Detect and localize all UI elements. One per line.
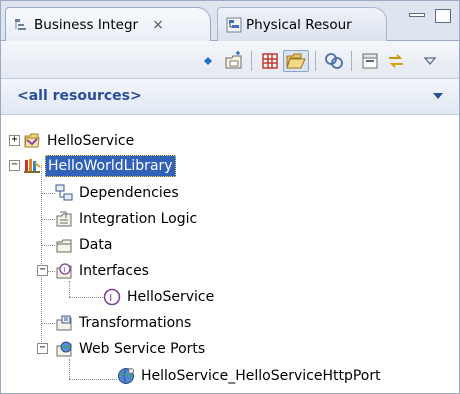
chevron-down-icon[interactable]: [433, 93, 443, 99]
business-integration-view-icon: [14, 17, 30, 33]
tab-business-integration[interactable]: Business Integr ×: [5, 7, 211, 42]
collapse-all-icon[interactable]: [359, 50, 381, 72]
dependencies-icon: [55, 184, 73, 202]
dropdown-marker-icon[interactable]: [197, 50, 219, 72]
project-tree: + HelloService − HelloWorldLibrary Depen…: [1, 115, 459, 393]
interface-icon: I: [103, 288, 121, 306]
tab-label: Physical Resour: [246, 16, 352, 33]
tree-item-dependencies[interactable]: Dependencies: [55, 182, 179, 204]
tree-item-interfaces[interactable]: − I Interfaces: [37, 260, 149, 282]
tree-item-helloservice-http-port[interactable]: HelloService_HelloServiceHttpPort: [117, 365, 381, 387]
svg-text:I: I: [109, 293, 112, 304]
resource-filter[interactable]: <all resources>: [1, 79, 459, 115]
tree-item-data[interactable]: Data: [55, 234, 112, 256]
web-service-port-icon: [117, 367, 135, 385]
library-icon: [23, 157, 41, 175]
tree-item-label: HelloService_HelloServiceHttpPort: [141, 368, 381, 384]
data-folder-icon: [55, 236, 73, 254]
maximize-icon[interactable]: [435, 9, 451, 23]
tree-item-label: HelloService: [47, 133, 135, 149]
sync-icon[interactable]: [385, 50, 407, 72]
tree-item-label: Data: [79, 237, 113, 253]
filter-label: <all resources>: [17, 88, 142, 104]
module-icon: [23, 132, 41, 150]
link-editor-icon[interactable]: [323, 50, 345, 72]
tree-item-helloworldlibrary[interactable]: − HelloWorldLibrary: [9, 155, 176, 177]
close-tab-icon[interactable]: ×: [152, 17, 164, 33]
tree-item-label: HelloService: [127, 289, 215, 305]
tree-item-label: Dependencies: [79, 185, 179, 201]
integration-logic-icon: [55, 210, 73, 228]
tree-item-label: Integration Logic: [79, 211, 198, 227]
expand-icon[interactable]: +: [9, 135, 20, 146]
tab-label: Business Integr: [34, 17, 139, 33]
business-integration-view: Business Integr × Physical Resour <all r…: [0, 0, 460, 394]
minimize-icon[interactable]: [409, 13, 425, 17]
svg-text:I: I: [63, 266, 65, 274]
tree-item-web-service-ports[interactable]: − Web Service Ports: [37, 338, 205, 360]
tree-item-integration-logic[interactable]: Integration Logic: [55, 208, 197, 230]
interfaces-folder-icon: I: [55, 262, 73, 280]
view-toolbar: [1, 41, 459, 79]
tree-item-helloservice-module[interactable]: + HelloService: [9, 130, 134, 152]
collapse-icon[interactable]: −: [9, 160, 20, 171]
tree-item-transformations[interactable]: Transformations: [55, 312, 191, 334]
tree-item-label: Web Service Ports: [79, 341, 206, 357]
collapse-icon[interactable]: −: [37, 265, 48, 276]
view-menu-icon[interactable]: [419, 50, 441, 72]
tree-item-helloservice-interface[interactable]: I HelloService: [103, 286, 214, 308]
tab-physical-resources[interactable]: Physical Resour: [217, 7, 387, 41]
new-folder-icon[interactable]: [223, 50, 245, 72]
tree-item-label: HelloWorldLibrary: [45, 155, 176, 177]
tree-item-label: Interfaces: [79, 263, 149, 279]
tree-item-label: Transformations: [79, 315, 192, 331]
web-service-ports-icon: [55, 340, 73, 358]
grid-view-icon[interactable]: [259, 50, 281, 72]
transformations-icon: [55, 314, 73, 332]
open-folder-icon[interactable]: [283, 50, 309, 72]
physical-resources-view-icon: [226, 17, 242, 33]
view-tab-bar: Business Integr × Physical Resour: [1, 1, 459, 42]
collapse-icon[interactable]: −: [37, 343, 48, 354]
